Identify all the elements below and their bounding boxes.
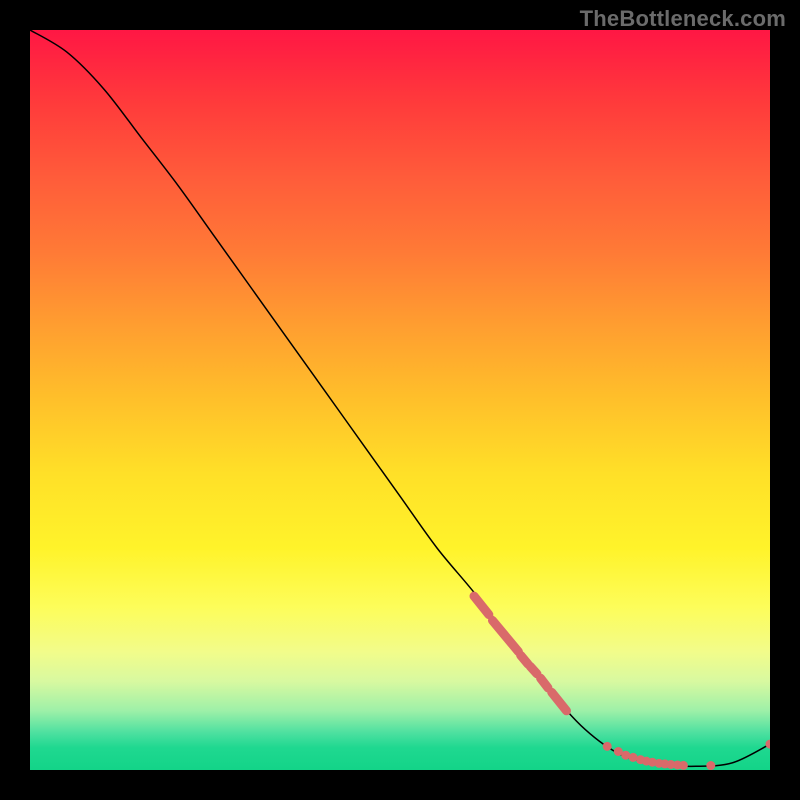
marker-dash <box>552 692 567 711</box>
main-curve <box>30 30 770 766</box>
marker-dot <box>679 761 688 770</box>
marker-segments <box>474 596 567 711</box>
chart-container: TheBottleneck.com <box>0 0 800 800</box>
plot-area <box>30 30 770 770</box>
marker-dash <box>474 596 489 615</box>
marker-dash <box>530 666 537 673</box>
marker-dash <box>541 678 548 688</box>
marker-dot <box>706 761 715 770</box>
marker-dot <box>766 740 771 749</box>
marker-dots <box>603 740 770 770</box>
chart-svg <box>30 30 770 770</box>
marker-dash <box>521 655 528 664</box>
marker-dot <box>603 742 612 751</box>
watermark-text: TheBottleneck.com <box>580 6 786 32</box>
marker-dash <box>493 621 519 652</box>
